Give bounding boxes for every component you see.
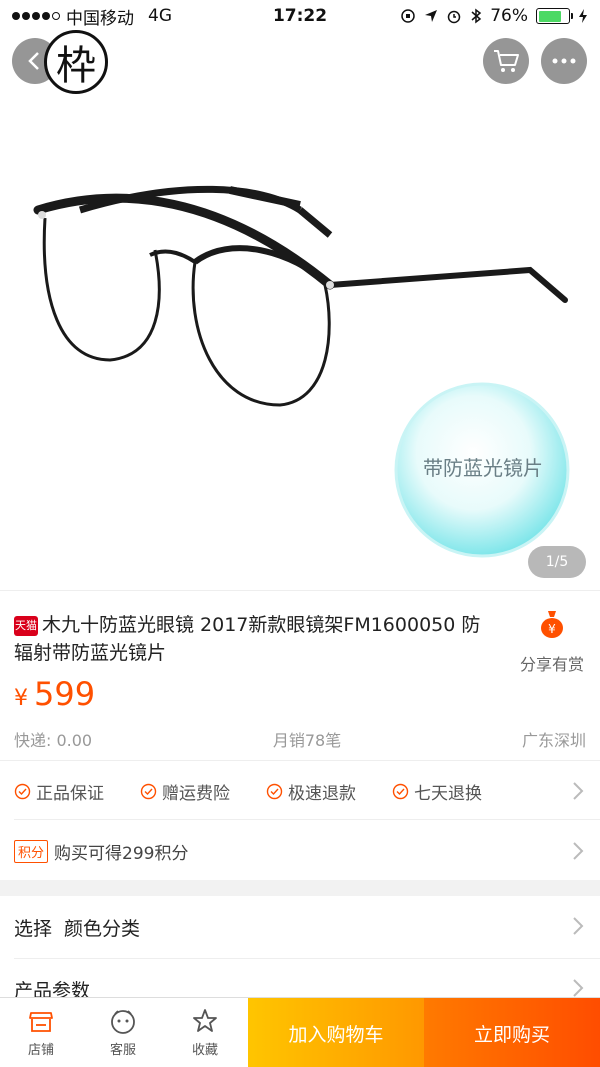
divider xyxy=(14,958,600,959)
guarantee-item: 正品保证 xyxy=(14,779,104,804)
cart-icon xyxy=(494,50,519,72)
product-meta: 快递: 0.00 月销78笔 广东深圳 xyxy=(14,727,586,751)
charging-icon xyxy=(579,9,587,23)
guarantees-section: 正品保证 赠运费险 极速退款 七天退换 积分 购买可得299积分 xyxy=(0,760,600,880)
guarantee-item: 赠运费险 xyxy=(140,779,230,804)
price: ¥ 599 xyxy=(14,675,95,713)
tmall-badge: 天猫 xyxy=(14,616,38,636)
location-icon xyxy=(425,10,438,22)
chevron-right-icon xyxy=(573,917,584,935)
cart-button[interactable] xyxy=(483,38,529,84)
points-badge: 积分 xyxy=(14,840,49,863)
check-circle-icon xyxy=(392,783,409,800)
customer-service-icon xyxy=(111,1010,135,1034)
shipping-fee: 快递: 0.00 xyxy=(14,731,93,750)
tab-label: 店铺 xyxy=(27,1043,54,1058)
battery-percent: 76% xyxy=(490,6,528,26)
tab-favorite[interactable]: 收藏 xyxy=(164,998,246,1067)
guarantee-label: 赠运费险 xyxy=(162,784,230,804)
buy-now-button[interactable]: 立即购买 xyxy=(424,998,600,1067)
money-bag-icon: ¥ xyxy=(541,611,563,638)
guarantee-item: 极速退款 xyxy=(266,779,356,804)
spec-section: 选择 颜色分类 产品参数 xyxy=(0,896,600,1006)
store-icon xyxy=(29,1012,53,1032)
bottom-action-bar: 店铺 客服 收藏 加入购物车 立即购买 xyxy=(0,997,600,1067)
network-type: 4G xyxy=(148,6,172,26)
price-currency: ¥ xyxy=(14,686,28,711)
chevron-right-icon xyxy=(573,979,584,997)
orientation-lock-icon xyxy=(401,9,415,23)
product-info: 天猫 木九十防蓝光眼镜 2017新款眼镜架FM1600050 防辐射带防蓝光镜片 … xyxy=(0,590,600,760)
points-text: 购买可得299积分 xyxy=(54,844,189,864)
product-gallery[interactable]: 带防蓝光镜片 1/5 枠 xyxy=(0,0,600,590)
gallery-page-indicator: 1/5 xyxy=(528,546,586,578)
tab-label: 客服 xyxy=(109,1043,136,1058)
guarantee-item: 七天退换 xyxy=(392,779,482,804)
product-title: 木九十防蓝光眼镜 2017新款眼镜架FM1600050 防辐射带防蓝光镜片 xyxy=(14,614,481,664)
check-circle-icon xyxy=(14,783,31,800)
product-title-block: 天猫 木九十防蓝光眼镜 2017新款眼镜架FM1600050 防辐射带防蓝光镜片 xyxy=(14,611,484,667)
more-button[interactable] xyxy=(541,38,587,84)
chevron-left-icon xyxy=(28,52,39,70)
check-circle-icon xyxy=(266,783,283,800)
signal-strength-icon xyxy=(12,12,60,20)
status-bar: 中国移动 4G 17:22 76% xyxy=(0,0,600,32)
tab-customer-service[interactable]: 客服 xyxy=(82,998,164,1067)
check-circle-icon xyxy=(140,783,157,800)
select-value: 颜色分类 xyxy=(64,918,141,940)
battery-icon xyxy=(536,8,573,24)
share-label: 分享有赏 xyxy=(519,655,584,674)
divider xyxy=(14,819,600,820)
star-icon xyxy=(193,1009,217,1032)
more-dots-icon xyxy=(552,58,576,64)
select-variant-row[interactable]: 选择 颜色分类 xyxy=(14,914,140,941)
bluetooth-icon xyxy=(471,8,482,24)
service-guarantees-row[interactable]: 正品保证 赠运费险 极速退款 七天退换 xyxy=(14,779,586,804)
points-row[interactable]: 积分 购买可得299积分 xyxy=(14,839,188,864)
select-label: 选择 xyxy=(14,918,53,940)
ship-location: 广东深圳 xyxy=(521,731,586,750)
guarantee-label: 七天退换 xyxy=(414,784,482,804)
chevron-right-icon xyxy=(573,842,584,860)
svg-text:¥: ¥ xyxy=(548,622,556,636)
price-value: 599 xyxy=(34,675,96,713)
chevron-right-icon xyxy=(573,782,584,800)
tab-label: 收藏 xyxy=(191,1043,218,1058)
monthly-sales: 月销78笔 xyxy=(272,731,342,750)
guarantee-label: 正品保证 xyxy=(36,784,104,804)
share-button[interactable]: ¥ 分享有赏 xyxy=(512,609,592,675)
add-to-cart-button[interactable]: 加入购物车 xyxy=(248,998,424,1067)
brand-logo[interactable]: 枠 xyxy=(44,30,108,94)
tab-store[interactable]: 店铺 xyxy=(0,998,82,1067)
carrier-name: 中国移动 xyxy=(66,8,134,29)
guarantee-label: 极速退款 xyxy=(288,784,356,804)
lens-feature-label: 带防蓝光镜片 xyxy=(423,456,543,480)
alarm-icon xyxy=(447,10,461,24)
